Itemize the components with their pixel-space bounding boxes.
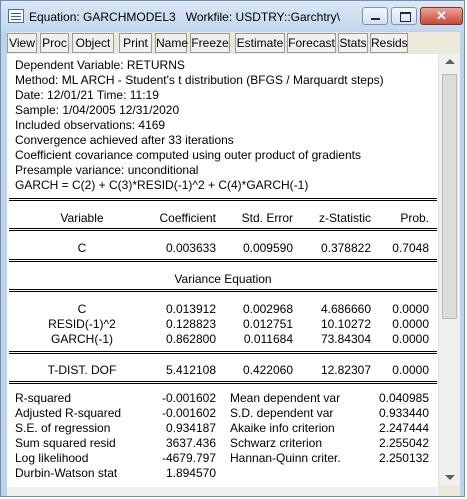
- header-line: GARCH = C(2) + C(3)*RESID(-1)^2 + C(4)*G…: [15, 178, 309, 192]
- column-header-std-error: Std. Error: [241, 211, 293, 225]
- stat-label: Mean dependent var: [230, 391, 341, 405]
- header-line: Dependent Variable: RETURNS: [15, 58, 185, 72]
- row-coefficient: 0.128823: [165, 317, 216, 331]
- vertical-scrollbar[interactable]: [438, 54, 460, 485]
- divider: [9, 381, 437, 384]
- stat-value: -4679.797: [161, 451, 216, 465]
- header-line: Method: ML ARCH - Student's t distributi…: [15, 73, 384, 87]
- stat-value: 2.250132: [378, 451, 429, 465]
- resize-grip[interactable]: [438, 485, 460, 496]
- row-prob: 0.0000: [392, 302, 429, 316]
- stat-value: 0.933440: [378, 406, 429, 420]
- divider: [9, 228, 437, 231]
- scrollbar-thumb[interactable]: [442, 74, 457, 319]
- stat-label: Sum squared resid: [15, 436, 116, 450]
- stat-label: S.D. dependent var: [230, 406, 334, 420]
- row-variable: C: [77, 302, 87, 316]
- row-coefficient: 0.003633: [165, 241, 216, 255]
- stat-label: S.E. of regression: [15, 421, 111, 435]
- row-std-error: 0.009590: [242, 241, 293, 255]
- stat-value: -0.001602: [161, 406, 216, 420]
- close-button[interactable]: ✕: [420, 7, 463, 25]
- stat-label: R-squared: [15, 391, 72, 405]
- divider: [9, 351, 437, 354]
- close-icon: ✕: [436, 8, 447, 23]
- stat-label: Schwarz criterion: [230, 436, 323, 450]
- row-z-statistic: 73.84304: [320, 332, 371, 346]
- row-prob: 0.7048: [392, 241, 429, 255]
- title-bar[interactable]: Equation: GARCHMODEL3 Workfile: USDTRY::G…: [1, 1, 464, 31]
- stat-value: 2.247444: [378, 421, 429, 435]
- row-z-statistic: 0.378822: [320, 241, 371, 255]
- stat-value: 1.894570: [165, 466, 216, 480]
- column-header-variable: Variable: [60, 211, 104, 225]
- window-title-workfile: Workfile: USDTRY::Garchtry\: [185, 10, 340, 24]
- row-std-error: 0.002968: [242, 302, 293, 316]
- header-line: Presample variance: unconditional: [15, 163, 199, 177]
- row-variable: C: [77, 241, 87, 255]
- header-line: Coefficient covariance computed using ou…: [15, 148, 361, 162]
- column-header-coefficient: Coefficient: [159, 211, 216, 225]
- row-coefficient: 5.412108: [165, 363, 216, 377]
- row-coefficient: 0.013912: [165, 302, 216, 316]
- forecast-button[interactable]: Forecast: [287, 33, 336, 53]
- object-button[interactable]: Object: [72, 33, 114, 53]
- estimate-button[interactable]: Estimate: [235, 33, 285, 53]
- row-std-error: 0.012751: [242, 317, 293, 331]
- header-line: Included observations: 4169: [15, 118, 166, 132]
- stats-button[interactable]: Stats: [338, 33, 368, 53]
- freeze-button[interactable]: Freeze: [190, 33, 230, 53]
- stat-label: Akaike info criterion: [230, 421, 335, 435]
- row-z-statistic: 12.82307: [320, 363, 371, 377]
- stat-label: Durbin-Watson stat: [15, 466, 118, 480]
- output-area[interactable]: Dependent Variable: RETURNS Method: ML A…: [7, 54, 438, 487]
- equation-icon: [8, 9, 24, 23]
- row-variable: T-DIST. DOF: [47, 363, 117, 377]
- view-button[interactable]: View: [7, 33, 37, 53]
- row-z-statistic: 4.686660: [320, 302, 371, 316]
- equation-window: Equation: GARCHMODEL3 Workfile: USDTRY::G…: [0, 0, 465, 497]
- row-std-error: 0.011684: [243, 332, 293, 346]
- row-coefficient: 0.862800: [165, 332, 216, 346]
- toolbar: View Proc Object Print Name Freeze Estim…: [7, 32, 460, 54]
- horizontal-scrollbar[interactable]: [7, 487, 438, 496]
- scroll-down-icon[interactable]: [445, 475, 455, 480]
- stat-label: Hannan-Quinn criter.: [230, 451, 341, 465]
- row-prob: 0.0000: [392, 317, 429, 331]
- print-button[interactable]: Print: [119, 33, 152, 53]
- stat-label: Adjusted R-squared: [15, 406, 122, 420]
- stat-value: 3637.436: [165, 436, 216, 450]
- header-line: Convergence achieved after 33 iterations: [15, 133, 234, 147]
- stat-value: -0.001602: [161, 391, 216, 405]
- scroll-up-icon[interactable]: [445, 59, 455, 64]
- column-header-z-statistic: z-Statistic: [318, 211, 371, 225]
- row-z-statistic: 10.10272: [320, 317, 371, 331]
- variance-equation-title: Variance Equation: [174, 272, 272, 286]
- header-line: Date: 12/01/21 Time: 11:19: [15, 88, 159, 102]
- divider: [9, 289, 437, 292]
- row-variable: RESID(-1)^2: [48, 317, 116, 331]
- column-header-prob: Prob.: [400, 211, 429, 225]
- stat-value: 0.040985: [378, 391, 429, 405]
- window-title: Equation: GARCHMODEL3 Workfile: USDTRY::G…: [29, 10, 340, 24]
- row-std-error: 0.422060: [242, 363, 293, 377]
- row-prob: 0.0000: [392, 363, 429, 377]
- divider: [9, 198, 437, 201]
- stat-value: 0.934187: [165, 421, 216, 435]
- maximize-button[interactable]: [391, 7, 417, 25]
- header-line: Sample: 1/04/2005 12/31/2020: [15, 103, 180, 117]
- stat-label: Log likelihood: [15, 451, 89, 465]
- proc-button[interactable]: Proc: [40, 33, 69, 53]
- minimize-button[interactable]: [362, 7, 388, 25]
- stat-value: 2.255042: [378, 436, 429, 450]
- name-button[interactable]: Name: [155, 33, 188, 53]
- row-prob: 0.0000: [392, 332, 429, 346]
- row-variable: GARCH(-1): [51, 332, 113, 346]
- window-title-name: Equation: GARCHMODEL3: [29, 10, 176, 24]
- divider: [9, 259, 437, 262]
- resids-button[interactable]: Resids: [370, 33, 408, 53]
